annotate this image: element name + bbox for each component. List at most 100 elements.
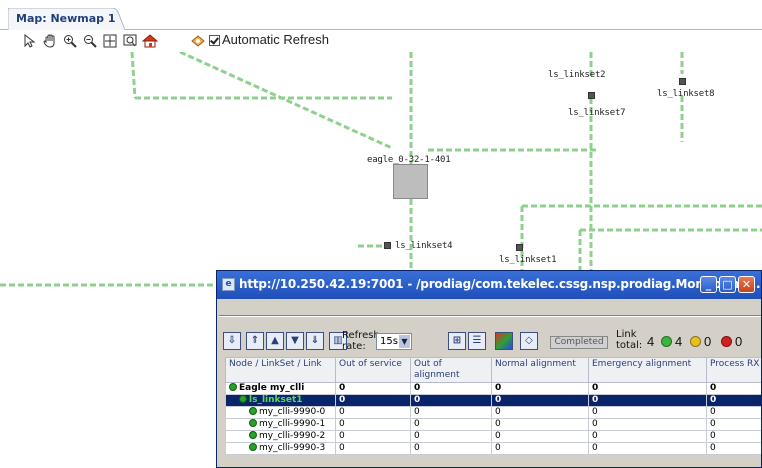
cell: 0 bbox=[335, 406, 411, 419]
list-view-icon[interactable]: ☰ bbox=[468, 332, 486, 350]
status-ok-icon bbox=[249, 407, 257, 415]
cell: 0 bbox=[491, 406, 589, 419]
status-badge: Completed bbox=[550, 336, 608, 349]
minimize-button[interactable]: _ bbox=[700, 276, 717, 293]
window-body: ⇩ ⇑ ▲ ▼ ⇓ ▥ Refresh rate: 15s ▼ ⊞ ☰ ◇ Co… bbox=[219, 299, 761, 467]
cell: 0 bbox=[410, 382, 492, 395]
status-ok-icon bbox=[249, 443, 257, 451]
cell: 0 bbox=[410, 394, 492, 407]
linkset-label: ls_linkset4 bbox=[395, 241, 453, 251]
linkset-node[interactable] bbox=[384, 242, 391, 249]
refresh-rate-label: Refresh rate: bbox=[342, 330, 380, 352]
status-ok-icon bbox=[249, 419, 257, 427]
automatic-refresh-checkbox[interactable] bbox=[209, 35, 220, 46]
row-name: ls_linkset1 bbox=[249, 395, 303, 406]
cell: 0 bbox=[335, 382, 411, 395]
cell: 0 bbox=[491, 442, 589, 455]
cell: 0 bbox=[588, 418, 707, 431]
cell: 0 bbox=[706, 406, 761, 419]
cell: 0 bbox=[491, 418, 589, 431]
table-row-selected[interactable]: ls_linkset1 0 0 0 0 0 bbox=[225, 394, 761, 407]
home-icon[interactable] bbox=[142, 33, 158, 49]
yellow-count: 0 bbox=[704, 334, 712, 349]
zoom-region-icon[interactable] bbox=[122, 33, 138, 49]
move-up-icon[interactable]: ▲ bbox=[266, 332, 284, 350]
export-icon[interactable]: ⇩ bbox=[223, 332, 241, 350]
cell: 0 bbox=[410, 430, 492, 443]
row-name: my_clli-9990-1 bbox=[259, 419, 326, 430]
window-title-bar[interactable]: e http://10.250.42.19:7001 - /prodiag/co… bbox=[217, 271, 762, 299]
browser-icon: e bbox=[222, 278, 235, 291]
zoom-out-icon[interactable] bbox=[82, 33, 98, 49]
table-row[interactable]: my_clli-9990-1 0 0 0 0 0 bbox=[225, 418, 761, 431]
column-header[interactable]: Normal alignment bbox=[491, 357, 589, 383]
cell: 0 bbox=[706, 418, 761, 431]
zoom-in-icon[interactable] bbox=[62, 33, 78, 49]
automatic-refresh-label: Automatic Refresh bbox=[222, 32, 329, 47]
tab-label: Map: Newmap 1 bbox=[16, 12, 116, 25]
table-row[interactable]: my_clli-9990-3 0 0 0 0 0 bbox=[225, 442, 761, 455]
red-status-icon bbox=[721, 336, 732, 347]
red-count: 0 bbox=[735, 334, 743, 349]
cell: 0 bbox=[335, 442, 411, 455]
clear-icon[interactable]: ◇ bbox=[520, 332, 538, 350]
green-status-icon bbox=[661, 336, 672, 347]
fit-view-icon[interactable] bbox=[102, 33, 118, 49]
expand-all-icon[interactable]: ⇓ bbox=[306, 332, 324, 350]
table-row[interactable]: Eagle my_clli 0 0 0 0 0 bbox=[225, 382, 761, 395]
pan-hand-icon[interactable] bbox=[42, 33, 58, 49]
link-total-count: 4 bbox=[647, 334, 655, 349]
cell: 0 bbox=[410, 442, 492, 455]
tab-map-newmap[interactable]: Map: Newmap 1 bbox=[8, 8, 126, 30]
cell: 0 bbox=[706, 430, 761, 443]
cell: 0 bbox=[335, 394, 411, 407]
cell: 0 bbox=[706, 442, 761, 455]
eagle-node-label: eagle_0-32-1-401 bbox=[367, 155, 451, 165]
maximize-button[interactable]: □ bbox=[719, 276, 736, 293]
table-row[interactable]: my_clli-9990-0 0 0 0 0 0 bbox=[225, 406, 761, 419]
divider bbox=[219, 316, 761, 317]
row-name: my_clli-9990-3 bbox=[259, 443, 326, 454]
table-row[interactable]: my_clli-9990-2 0 0 0 0 0 bbox=[225, 430, 761, 443]
linkset-node[interactable] bbox=[516, 244, 523, 251]
cell: 0 bbox=[335, 418, 411, 431]
cell: 0 bbox=[706, 394, 761, 407]
column-header[interactable]: Emergency alignment bbox=[588, 357, 707, 383]
linkset-label: ls_linkset2 bbox=[548, 70, 606, 80]
cell: 0 bbox=[491, 382, 589, 395]
tree-view-icon[interactable]: ⊞ bbox=[448, 332, 466, 350]
refresh-rate-select[interactable]: 15s ▼ bbox=[376, 333, 412, 350]
refresh-link-icon[interactable] bbox=[190, 33, 206, 49]
status-ok-icon bbox=[249, 431, 257, 439]
linkset-label: ls_linkset8 bbox=[657, 89, 715, 99]
linkset-node[interactable] bbox=[679, 78, 686, 85]
linkset-node[interactable] bbox=[588, 92, 595, 99]
status-ok-icon bbox=[239, 395, 247, 403]
column-header[interactable]: Out of service bbox=[335, 357, 411, 383]
window-title: http://10.250.42.19:7001 - /prodiag/com.… bbox=[239, 277, 762, 291]
collapse-all-icon[interactable]: ⇑ bbox=[246, 332, 264, 350]
cell: 0 bbox=[706, 382, 761, 395]
green-count: 4 bbox=[675, 334, 683, 349]
monitoring-toolbar: ⇩ ⇑ ▲ ▼ ⇓ ▥ Refresh rate: 15s ▼ ⊞ ☰ ◇ Co… bbox=[219, 329, 761, 355]
cell: 0 bbox=[491, 394, 589, 407]
column-header[interactable]: Out of alignment bbox=[410, 357, 492, 383]
table-header-row: Node / LinkSet / Link Out of service Out… bbox=[225, 357, 761, 383]
close-button[interactable]: ✕ bbox=[738, 276, 755, 293]
refresh-rate-value: 15s bbox=[380, 336, 398, 347]
cell: 0 bbox=[588, 382, 707, 395]
move-down-icon[interactable]: ▼ bbox=[286, 332, 304, 350]
cell: 0 bbox=[588, 394, 707, 407]
eagle-node[interactable] bbox=[393, 164, 428, 199]
cell: 0 bbox=[588, 430, 707, 443]
linkset-label: ls_linkset1 bbox=[499, 255, 557, 265]
status-ok-icon bbox=[229, 383, 237, 391]
linkset-label: ls_linkset7 bbox=[568, 108, 626, 118]
monitoring-window: e http://10.250.42.19:7001 - /prodiag/co… bbox=[216, 270, 762, 468]
link-line bbox=[179, 52, 393, 150]
color-legend-icon[interactable] bbox=[495, 332, 513, 350]
link-line bbox=[130, 52, 137, 99]
pointer-icon[interactable] bbox=[22, 33, 38, 49]
column-header[interactable]: Process RX bbox=[706, 357, 761, 383]
column-header[interactable]: Node / LinkSet / Link bbox=[225, 357, 336, 383]
